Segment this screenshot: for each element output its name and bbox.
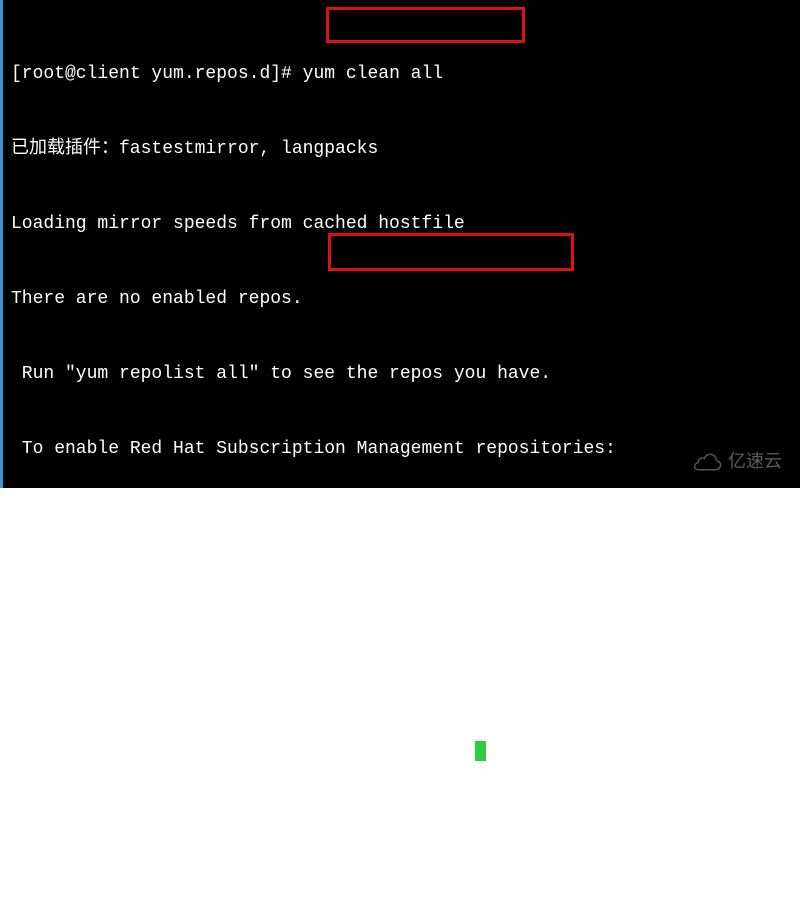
terminal-output-line: 已加载插件：fastestmirror, langpacks <box>11 137 800 162</box>
terminal-line: [root@client yum.repos.d]# yum clean all <box>11 62 800 87</box>
shell-prompt: [root@client yum.repos.d]# <box>11 739 303 759</box>
terminal-line: [root@client yum.repos.d]# vim centos7.r… <box>11 737 800 762</box>
terminal-output-line: To enable custom repositories: <box>11 587 800 612</box>
watermark: 亿速云 <box>694 449 782 474</box>
cloud-icon <box>694 453 722 471</box>
terminal-output-line: To enable Red Hat Subscription Managemen… <box>11 437 800 462</box>
annotation-highlight-box <box>326 7 525 43</box>
shell-prompt: [root@client yum.repos.d]# <box>11 64 303 84</box>
terminal-output-line: subscription-manager repos --enable <rep… <box>11 512 800 537</box>
terminal-output-line: yum-config-manager --enable <repo> <box>11 662 800 687</box>
watermark-text: 亿速云 <box>728 449 782 474</box>
terminal-output-line: Run "yum repolist all" to see the repos … <box>11 362 800 387</box>
terminal-output-line: Loading mirror speeds from cached hostfi… <box>11 212 800 237</box>
command-text: yum clean all <box>303 64 443 84</box>
terminal-output-line: There are no enabled repos. <box>11 287 800 312</box>
cursor-icon <box>475 741 486 761</box>
terminal-window[interactable]: [root@client yum.repos.d]# yum clean all… <box>0 0 800 488</box>
annotation-highlight-box <box>328 233 574 271</box>
command-text: vim centos7.repo <box>303 739 476 759</box>
